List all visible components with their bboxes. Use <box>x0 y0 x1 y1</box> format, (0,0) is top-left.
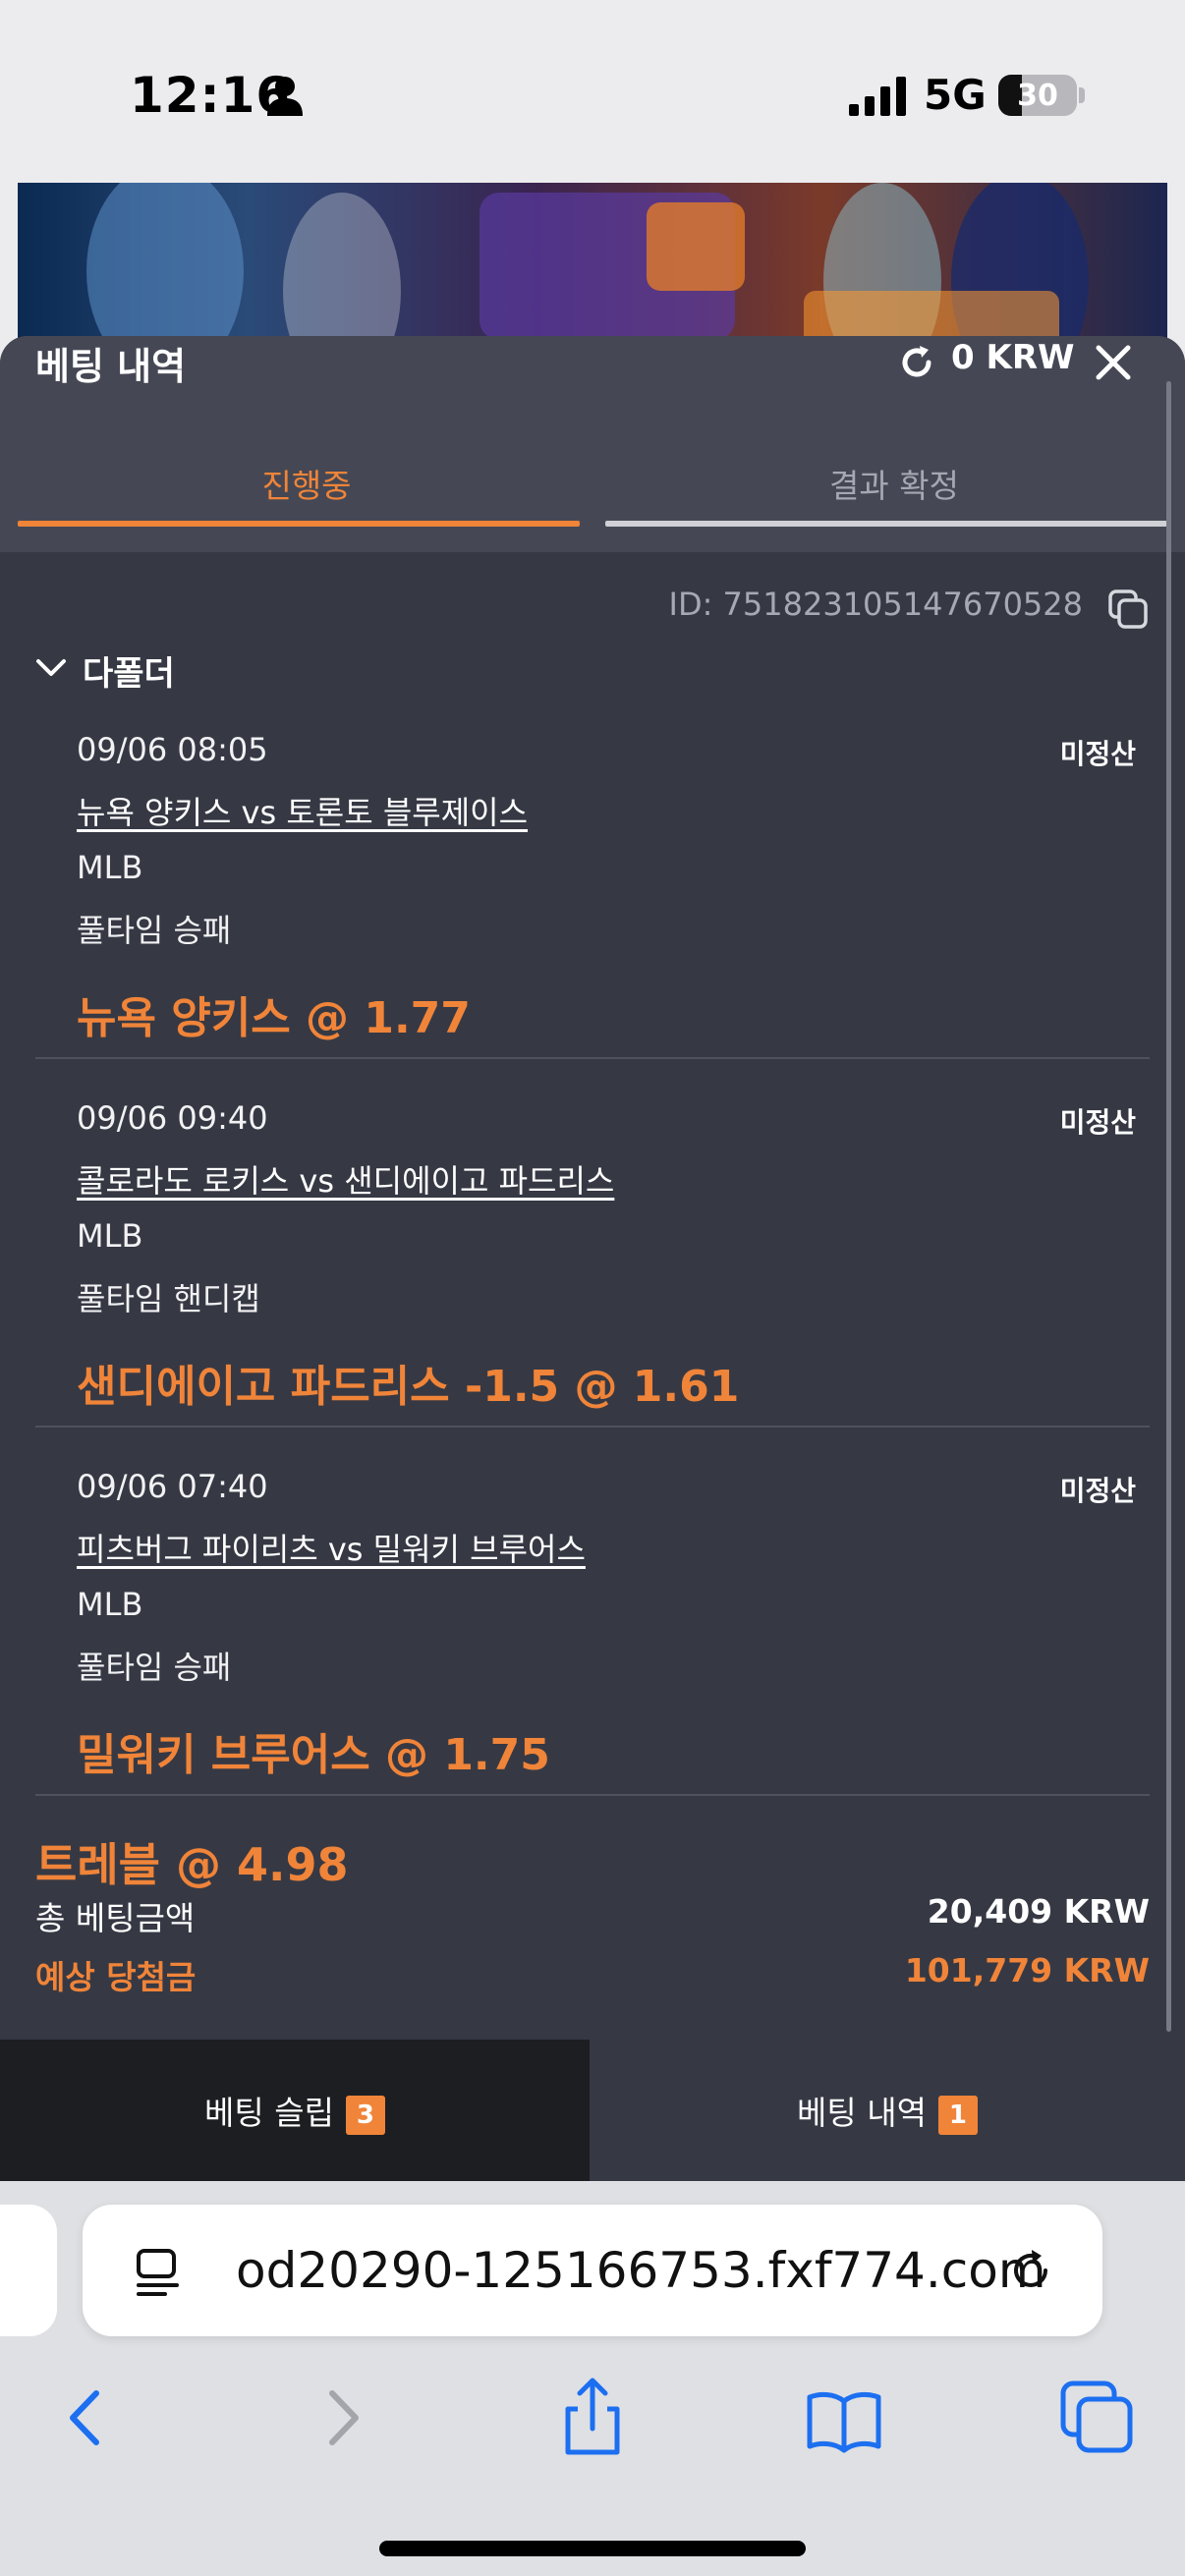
bet-slip-tab[interactable]: 베팅 슬립 3 <box>0 2040 590 2181</box>
promo-banner-image[interactable] <box>18 183 1167 350</box>
bet-item: 09/06 08:05 미정산 뉴욕 양키스 vs 토론토 블루제이스 MLB … <box>0 731 1185 1098</box>
bet-league: MLB <box>77 1217 143 1255</box>
group-label: 다폴더 <box>83 654 175 694</box>
bet-history-sheet: 베팅 내역 0 KRW 진행중 결과 확정 ID: 75182310514767… <box>0 336 1185 2181</box>
url-text: od20290-125166753.fxf774.com <box>236 2242 1046 2299</box>
bet-pick: 뉴욕 양키스 @ 1.77 <box>77 993 471 1043</box>
battery-nub <box>1079 87 1085 103</box>
copy-icon[interactable] <box>1106 588 1150 631</box>
bet-pick: 샌디에이고 파드리스 -1.5 @ 1.61 <box>77 1362 740 1412</box>
sheet-header: 베팅 내역 0 KRW <box>0 336 1185 424</box>
bet-slip-label: 베팅 슬립 <box>204 2094 334 2132</box>
divider <box>35 1794 1150 1796</box>
sheet-title: 베팅 내역 <box>35 345 187 388</box>
total-stake-label: 총 베팅금액 <box>35 1899 196 1937</box>
reload-icon[interactable] <box>1006 2246 1055 2295</box>
total-stake-value: 20,409 KRW <box>927 1892 1150 1931</box>
bet-item: 09/06 07:40 미정산 피츠버그 파이리츠 vs 밀워키 브루어스 ML… <box>0 1468 1185 1835</box>
bet-history-tab[interactable]: 베팅 내역 1 <box>590 2040 1185 2181</box>
signal-icon <box>849 77 906 116</box>
bet-match-link[interactable]: 콜로라도 로키스 vs 샌디에이고 파드리스 <box>77 1156 614 1202</box>
divider <box>35 1057 1150 1059</box>
tab-settled[interactable]: 결과 확정 <box>605 424 1183 552</box>
share-icon <box>565 2378 620 2455</box>
chevron-down-icon <box>36 659 66 676</box>
tabs-icon <box>1060 2380 1133 2453</box>
tab-in-progress[interactable]: 진행중 <box>18 424 595 552</box>
person-icon <box>267 77 303 116</box>
bet-history-label: 베팅 내역 <box>797 2094 927 2132</box>
expected-win-label: 예상 당첨금 <box>35 1958 197 1996</box>
balance-display: 0 KRW <box>951 338 1075 377</box>
bet-datetime: 09/06 09:40 <box>77 1099 268 1137</box>
combo-odds: 트레블 @ 4.98 <box>35 1838 349 1891</box>
home-indicator <box>379 2541 806 2556</box>
total-stake-row: 총 베팅금액 20,409 KRW <box>35 1892 1150 1939</box>
back-icon <box>70 2390 99 2445</box>
forward-icon <box>329 2390 359 2445</box>
close-icon[interactable] <box>1095 344 1132 381</box>
banner-artwork <box>86 183 1089 350</box>
battery-level: 30 <box>1017 79 1058 113</box>
bet-datetime: 09/06 08:05 <box>77 731 268 768</box>
bet-status: 미정산 <box>1059 1106 1136 1139</box>
scrollbar[interactable] <box>1166 381 1171 2032</box>
previous-tab-card[interactable] <box>0 2205 57 2336</box>
forward-button[interactable] <box>299 2374 387 2462</box>
bookmarks-button[interactable] <box>800 2374 888 2462</box>
expected-win-value: 101,779 KRW <box>904 1951 1150 1989</box>
bet-datetime: 09/06 07:40 <box>77 1468 268 1505</box>
status-bar: 12:16 5G 30 <box>0 0 1185 183</box>
refresh-icon[interactable] <box>896 342 937 383</box>
share-button[interactable] <box>548 2374 637 2462</box>
bet-history-count-badge: 1 <box>937 2095 978 2135</box>
bet-status: 미정산 <box>1059 1475 1136 1507</box>
bet-league: MLB <box>77 849 143 886</box>
bet-item: 09/06 09:40 미정산 콜로라도 로키스 vs 샌디에이고 파드리스 M… <box>0 1099 1185 1467</box>
network-label: 5G <box>924 71 987 119</box>
bet-status: 미정산 <box>1059 738 1136 770</box>
bet-match-link[interactable]: 뉴욕 양키스 vs 토론토 블루제이스 <box>77 788 528 833</box>
bookmarks-icon <box>807 2391 881 2453</box>
status-tabs: 진행중 결과 확정 <box>0 424 1185 552</box>
bet-market: 풀타임 핸디캡 <box>77 1280 260 1317</box>
address-bar[interactable]: od20290-125166753.fxf774.com <box>83 2205 1102 2336</box>
bet-market: 풀타임 승패 <box>77 1649 232 1686</box>
page-menu-icon[interactable] <box>134 2248 181 2297</box>
browser-toolbar: od20290-125166753.fxf774.com <box>0 2181 1185 2576</box>
bet-slip-count-badge: 3 <box>345 2095 385 2135</box>
inactive-tab-indicator <box>605 521 1167 527</box>
bet-id: ID: 751823105147670528 <box>668 586 1084 623</box>
bet-league: MLB <box>77 1586 143 1623</box>
expected-win-row: 예상 당첨금 101,779 KRW <box>35 1951 1150 1998</box>
battery-icon: 30 <box>998 75 1077 116</box>
divider <box>35 1426 1150 1428</box>
active-tab-indicator <box>18 521 580 527</box>
bet-match-link[interactable]: 피츠버그 파이리츠 vs 밀워키 브루어스 <box>77 1525 586 1570</box>
sheet-footer-tabs: 베팅 슬립 3 베팅 내역 1 <box>0 2040 1185 2181</box>
tabs-button[interactable] <box>1053 2374 1142 2462</box>
bet-pick: 밀워키 브루어스 @ 1.75 <box>77 1730 550 1780</box>
bet-market: 풀타임 승패 <box>77 912 232 949</box>
back-button[interactable] <box>41 2374 130 2462</box>
